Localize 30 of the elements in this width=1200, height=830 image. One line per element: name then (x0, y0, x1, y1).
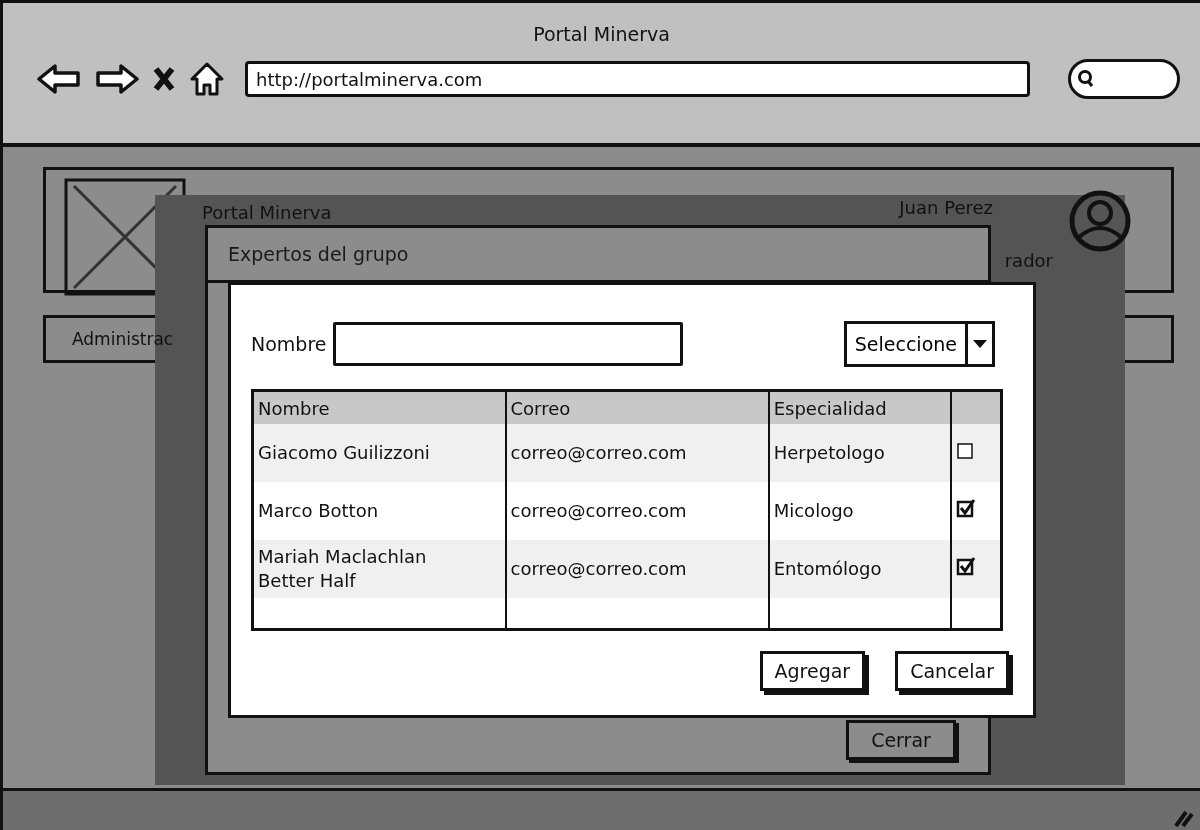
home-icon[interactable] (189, 61, 225, 97)
table-cell: correo@correo.com (505, 424, 769, 482)
table-cell: correo@correo.com (505, 540, 769, 598)
close-button[interactable]: Cerrar (846, 720, 956, 760)
checkbox[interactable] (955, 498, 976, 518)
site-title: Portal Minerva (202, 204, 332, 222)
column-header: Especialidad (768, 390, 951, 424)
table-cell: Mariah Maclachlan Better Half (252, 540, 506, 598)
search-field[interactable] (1068, 59, 1180, 99)
name-label: Nombre (251, 333, 327, 355)
caret-icon (972, 339, 988, 349)
back-icon[interactable] (37, 63, 81, 95)
user-name: Juan Perez (899, 198, 993, 218)
close-icon[interactable] (153, 66, 175, 92)
column-header: Correo (505, 390, 769, 424)
table-cell: Giacomo Guilizzoni (252, 424, 506, 482)
forward-icon[interactable] (95, 63, 139, 95)
checkbox[interactable] (955, 556, 976, 576)
table-cell: Herpetologo (768, 424, 951, 482)
window-title: Portal Minerva (533, 23, 670, 45)
user-role: rador (1004, 250, 1053, 271)
table-cell: Entomólogo (768, 540, 951, 598)
name-input[interactable] (332, 322, 683, 366)
select-dropdown[interactable]: Seleccione (843, 321, 995, 367)
nav-item[interactable]: Administrac (72, 329, 174, 349)
url-field[interactable]: http://portalminerva.com (245, 61, 1030, 97)
search-icon (1077, 69, 1095, 89)
column-header: Nombre (252, 390, 506, 424)
checkbox[interactable] (955, 440, 976, 460)
resize-grip-icon[interactable] (1172, 808, 1194, 828)
